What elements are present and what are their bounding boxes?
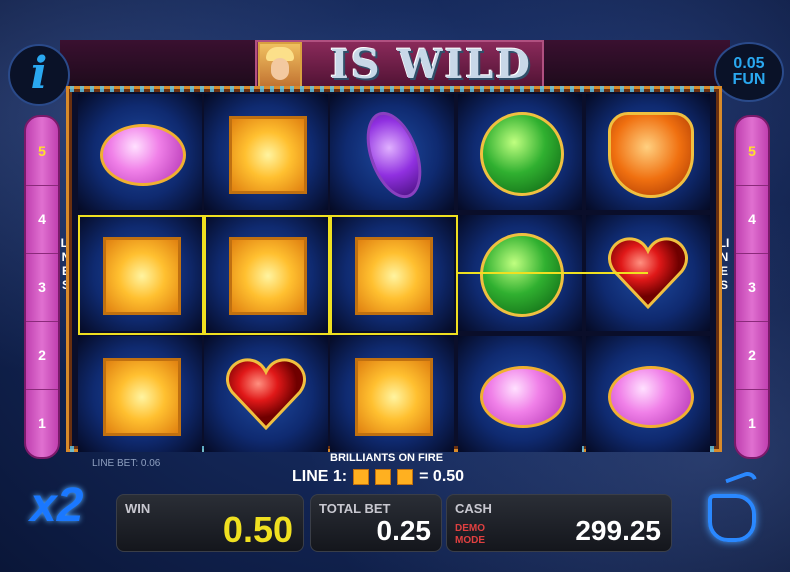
win-panel: WIN 0.50 <box>116 494 304 552</box>
gamble-x2-button[interactable]: x2 <box>30 478 83 533</box>
line-number-2[interactable]: 2 <box>26 321 58 390</box>
pink-oval-icon <box>608 366 694 428</box>
win-highlight-box <box>78 215 204 335</box>
win-value: 0.50 <box>222 509 293 550</box>
win-line <box>458 272 648 274</box>
denomination-value: 0.05 <box>733 55 765 72</box>
demo-text: DEMO <box>455 523 485 534</box>
mode-text: MODE <box>455 535 485 546</box>
portrait-face <box>271 58 289 80</box>
reel-cell <box>330 94 454 210</box>
reel-cell <box>78 336 202 452</box>
line-number-3[interactable]: 3 <box>736 253 768 322</box>
reel-cell <box>330 336 454 452</box>
gold-square-icon <box>103 358 181 436</box>
line-win-info: LINE 1: = 0.50 <box>292 468 464 486</box>
total-bet-value: 0.25 <box>376 515 432 546</box>
gold-square-icon <box>397 469 414 485</box>
total-bet-label: TOTAL BET <box>319 501 391 516</box>
line-number-3[interactable]: 3 <box>26 253 58 322</box>
gold-square-icon <box>355 358 433 436</box>
reel-cell <box>586 94 710 210</box>
reel-cell <box>586 336 710 452</box>
wild-symbol-portrait <box>258 42 302 90</box>
cash-label: CASH <box>455 501 492 516</box>
win-highlight-box <box>204 215 330 335</box>
line-number-5[interactable]: 5 <box>26 117 58 186</box>
green-round-icon <box>480 112 564 196</box>
spin-gesture-button[interactable] <box>696 469 766 542</box>
demo-mode-label: DEMO MODE <box>455 523 485 547</box>
game-title: BRILLIANTS ON FIRE <box>330 452 444 464</box>
reel-cell <box>204 336 328 452</box>
info-button[interactable]: i <box>8 44 70 106</box>
cash-value: 299.25 <box>575 515 661 546</box>
frame-lights-top <box>70 86 718 92</box>
denomination-button[interactable]: 0.05 FUN <box>714 42 784 102</box>
line-number-5[interactable]: 5 <box>736 117 768 186</box>
line-number-1[interactable]: 1 <box>736 389 768 457</box>
denomination-currency: FUN <box>732 71 766 88</box>
reel-cell <box>458 336 582 452</box>
gold-square-icon <box>375 469 392 485</box>
gold-square-icon <box>353 469 370 485</box>
line-number-4[interactable]: 4 <box>736 185 768 254</box>
red-heart-icon <box>226 356 306 432</box>
lines-panel-right: 5 4 3 2 1 <box>734 115 770 459</box>
gold-square-icon <box>229 116 307 194</box>
reel-cell <box>458 94 582 210</box>
cash-panel: CASH DEMO MODE 299.25 <box>446 494 672 552</box>
line-number-2[interactable]: 2 <box>736 321 768 390</box>
pink-oval-icon <box>480 366 566 428</box>
logo-text: IS WILD <box>330 41 532 88</box>
green-round-icon <box>480 233 564 317</box>
purple-marquise-icon <box>356 104 432 206</box>
reel-5 <box>586 94 710 452</box>
orange-trillion-icon <box>608 112 694 198</box>
reel-4 <box>458 94 582 452</box>
pink-oval-icon <box>100 124 186 186</box>
hand-icon <box>708 494 756 542</box>
total-bet-panel[interactable]: TOTAL BET 0.25 <box>310 494 442 552</box>
reel-cell <box>204 94 328 210</box>
line-bet-text: LINE BET: 0.06 <box>92 458 161 469</box>
win-label: WIN <box>125 501 151 516</box>
swipe-arrow-icon <box>725 469 757 489</box>
line-win-amount: = 0.50 <box>419 468 465 485</box>
line-number-4[interactable]: 4 <box>26 185 58 254</box>
lines-panel-left: 5 4 3 2 1 <box>24 115 60 459</box>
line-number-1[interactable]: 1 <box>26 389 58 457</box>
reel-cell <box>78 94 202 210</box>
win-highlight-box <box>330 215 458 335</box>
line-label: LINE 1: <box>292 468 348 485</box>
